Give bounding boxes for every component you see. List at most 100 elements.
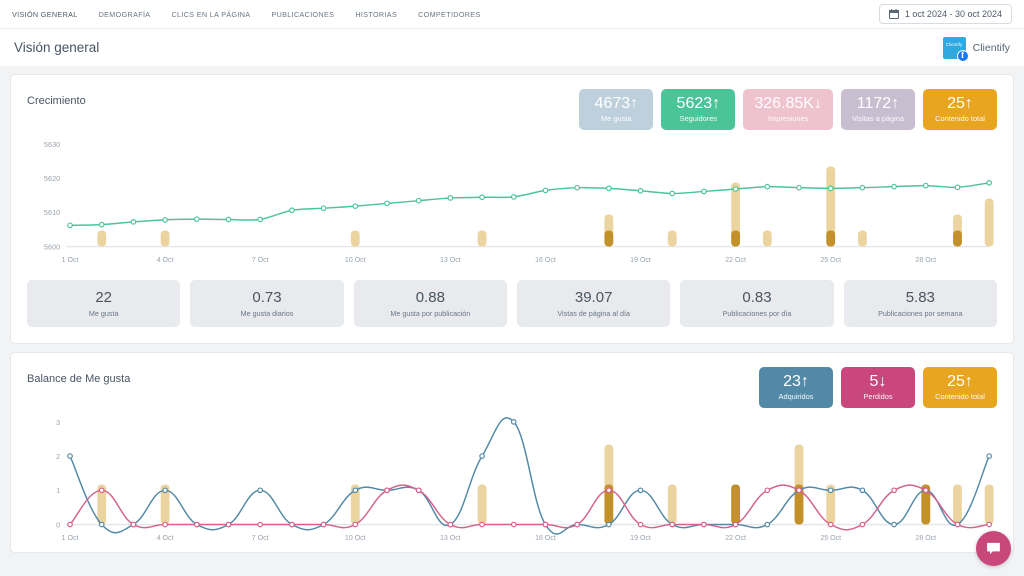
svg-text:7 Oct: 7 Oct <box>252 535 269 542</box>
svg-text:2: 2 <box>56 452 60 461</box>
trend-down-icon: ↓ <box>878 373 887 390</box>
kpi-badge-adquiridos[interactable]: 23↑ Adquiridos <box>759 367 833 408</box>
stat-label: Vistas de página al día <box>557 309 630 318</box>
growth-panel: Crecimiento 4673↑ Me gusta 5623↑ Seguido… <box>10 74 1014 344</box>
kpi-label: Me gusta <box>601 114 632 123</box>
kpi-badge-contenido-total[interactable]: 25↑ Contenido total <box>923 367 997 408</box>
svg-text:1: 1 <box>56 486 60 495</box>
brand-block: Clientify f Clientify <box>942 36 1010 62</box>
balance-kpi-badges: 23↑ Adquiridos 5↓ Perdidos 25↑ Contenido… <box>759 367 997 408</box>
stat-value: 0.83 <box>742 289 772 306</box>
kpi-badge-perdidos[interactable]: 5↓ Perdidos <box>841 367 915 408</box>
svg-text:19 Oct: 19 Oct <box>630 535 651 542</box>
kpi-label: Contenido total <box>935 114 985 123</box>
stat-card-me-gusta: 22 Me gusta <box>27 280 181 327</box>
growth-stat-cards: 22 Me gusta 0.73 Me gusta diarios 0.88 M… <box>11 274 1013 343</box>
svg-text:5610: 5610 <box>44 208 60 217</box>
page-title: Visión general <box>14 40 100 55</box>
trend-up-icon: ↑ <box>712 95 721 112</box>
clientify-logo-icon: Clientify f <box>942 36 969 62</box>
nav-item-demografia[interactable]: DEMOGRAFÍA <box>99 10 151 19</box>
chat-bubble-icon <box>987 542 1000 555</box>
nav-item-competidores[interactable]: COMPETIDORES <box>418 10 481 19</box>
svg-text:5600: 5600 <box>44 242 60 251</box>
balance-chart-canvas[interactable]: 0 1 2 3 1 Oct 4 Oct 7 Oct 10 Oct 13 Oct 16 Oct 19 … <box>27 416 997 548</box>
page-header: Visión general Clientify f Clientify <box>0 28 1024 66</box>
kpi-value: 5623 <box>676 95 713 112</box>
svg-text:13 Oct: 13 Oct <box>440 535 461 542</box>
kpi-badge-impresiones[interactable]: 326.85K↓ Impresiones <box>743 89 833 130</box>
svg-text:0: 0 <box>56 520 60 529</box>
stat-value: 0.73 <box>252 289 282 306</box>
top-navigation-bar: VISIÓN GENERAL DEMOGRAFÍA CLICS EN LA PÁ… <box>0 0 1024 28</box>
nav-item-clics-en-la-pagina[interactable]: CLICS EN LA PÁGINA <box>171 10 250 19</box>
calendar-icon <box>888 8 899 19</box>
nav-item-vision-general[interactable]: VISIÓN GENERAL <box>12 10 78 19</box>
svg-text:13 Oct: 13 Oct <box>440 257 461 264</box>
stat-card-publicaciones-por-dia: 0.83 Publicaciones por día <box>680 280 834 327</box>
growth-chart[interactable]: 5600 5610 5620 5630 1 Oct 4 Oct 7 Oct 10 Oct 13 … <box>11 130 1013 274</box>
logo-wordmark: Clientify <box>945 41 963 47</box>
svg-text:16 Oct: 16 Oct <box>535 535 556 542</box>
svg-text:25 Oct: 25 Oct <box>820 535 841 542</box>
svg-text:19 Oct: 19 Oct <box>630 257 651 264</box>
kpi-badge-seguidores[interactable]: 5623↑ Seguidores <box>661 89 736 130</box>
kpi-value: 1172 <box>856 95 892 112</box>
stat-card-me-gusta-diarios: 0.73 Me gusta diarios <box>190 280 344 327</box>
balance-panel-title: Balance de Me gusta <box>27 373 131 385</box>
svg-text:1 Oct: 1 Oct <box>62 535 79 542</box>
svg-text:22 Oct: 22 Oct <box>725 257 746 264</box>
facebook-icon: f <box>956 49 969 62</box>
svg-text:10 Oct: 10 Oct <box>345 535 366 542</box>
trend-up-icon: ↑ <box>891 95 900 112</box>
svg-text:7 Oct: 7 Oct <box>252 257 269 264</box>
trend-up-icon: ↑ <box>630 95 639 112</box>
growth-panel-title: Crecimiento <box>27 95 86 107</box>
date-range-label: 1 oct 2024 - 30 oct 2024 <box>904 9 1002 19</box>
kpi-label: Contenido total <box>935 392 985 401</box>
brand-name: Clientify <box>972 41 1010 54</box>
chat-button[interactable] <box>976 531 1011 566</box>
trend-up-icon: ↑ <box>964 95 973 112</box>
kpi-badge-visitas-a-pagina[interactable]: 1172↑ Visitas a página <box>840 89 915 130</box>
svg-text:10 Oct: 10 Oct <box>345 257 366 264</box>
svg-text:22 Oct: 22 Oct <box>725 535 746 542</box>
stat-label: Me gusta por publicación <box>390 309 471 318</box>
kpi-value: 25 <box>947 95 965 112</box>
stat-value: 0.88 <box>415 289 445 306</box>
nav-item-publicaciones[interactable]: PUBLICACIONES <box>271 10 334 19</box>
svg-text:25 Oct: 25 Oct <box>820 257 841 264</box>
kpi-badge-me-gusta[interactable]: 4673↑ Me gusta <box>579 89 654 130</box>
growth-chart-canvas[interactable]: 5600 5610 5620 5630 1 Oct 4 Oct 7 Oct 10 Oct 13 … <box>27 138 997 270</box>
svg-text:16 Oct: 16 Oct <box>535 257 556 264</box>
trend-down-icon: ↓ <box>813 95 822 112</box>
kpi-label: Visitas a página <box>851 114 904 123</box>
nav-item-historias[interactable]: HISTORIAS <box>355 10 397 19</box>
stat-label: Me gusta <box>88 309 119 318</box>
kpi-label: Impresiones <box>768 114 809 123</box>
kpi-label: Perdidos <box>863 392 893 401</box>
date-range-picker[interactable]: 1 oct 2024 - 30 oct 2024 <box>878 4 1012 24</box>
growth-kpi-badges: 4673↑ Me gusta 5623↑ Seguidores 326.85K↓… <box>579 89 997 130</box>
svg-text:3: 3 <box>56 418 60 427</box>
stat-card-me-gusta-por-publicacion: 0.88 Me gusta por publicación <box>353 280 507 327</box>
kpi-value: 23 <box>783 373 801 390</box>
stat-label: Me gusta diarios <box>240 309 294 318</box>
balance-panel: Balance de Me gusta 23↑ Adquiridos 5↓ Pe… <box>10 352 1014 553</box>
svg-text:28 Oct: 28 Oct <box>915 535 936 542</box>
svg-text:4 Oct: 4 Oct <box>157 535 174 542</box>
stat-card-publicaciones-por-semana: 5.83 Publicaciones por semana <box>843 280 997 327</box>
svg-text:5630: 5630 <box>44 140 60 149</box>
balance-panel-header: Balance de Me gusta 23↑ Adquiridos 5↓ Pe… <box>11 353 1013 408</box>
kpi-value: 25 <box>947 373 965 390</box>
kpi-label: Seguidores <box>679 114 718 123</box>
growth-panel-header: Crecimiento 4673↑ Me gusta 5623↑ Seguido… <box>11 75 1013 130</box>
kpi-value: 4673 <box>594 95 631 112</box>
kpi-badge-contenido-total[interactable]: 25↑ Contenido total <box>923 89 997 130</box>
svg-text:28 Oct: 28 Oct <box>915 257 936 264</box>
stat-label: Publicaciones por día <box>722 309 792 318</box>
trend-up-icon: ↑ <box>800 373 809 390</box>
stat-card-vistas-de-pagina-al-dia: 39.07 Vistas de página al día <box>516 280 671 327</box>
balance-chart[interactable]: 0 1 2 3 1 Oct 4 Oct 7 Oct 10 Oct 13 Oct 16 Oct 19 … <box>11 408 1013 552</box>
svg-text:1 Oct: 1 Oct <box>62 257 79 264</box>
